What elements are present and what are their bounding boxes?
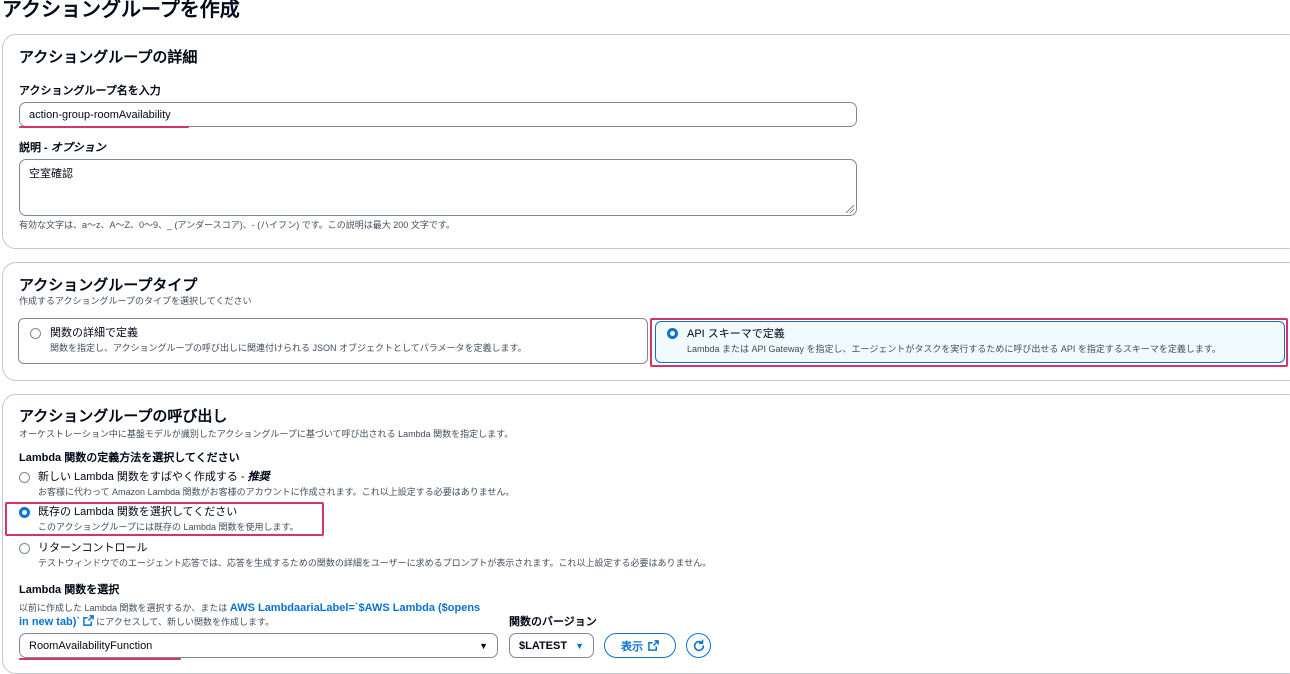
radio-function-details[interactable]: [30, 328, 41, 339]
annotation-underline: [19, 658, 181, 660]
function-version-select[interactable]: $LATEST ▼: [509, 633, 594, 658]
aws-lambda-link-continued[interactable]: in new tab)`: [19, 616, 80, 628]
view-button-label: 表示: [621, 640, 643, 653]
action-group-name-input[interactable]: action-group-roomAvailability: [19, 102, 857, 127]
type-option-function-details[interactable]: 関数の詳細で定義 関数を指定し、アクショングループの呼び出しに関連付けられる J…: [18, 318, 648, 364]
details-heading: アクショングループの詳細: [19, 49, 198, 66]
select-function-label: Lambda 関数を選択: [19, 584, 120, 596]
version-label: 関数のバージョン: [509, 616, 597, 628]
radio-return-control[interactable]: [19, 543, 30, 554]
invocation-subtitle: オーケストレーション中に基盤モデルが識別したアクショングループに基づいて呼び出さ…: [19, 429, 514, 439]
annotation-highlight-box: [5, 502, 324, 536]
view-button[interactable]: 表示: [604, 633, 676, 658]
type-panel: アクショングループタイプ 作成するアクショングループのタイプを選択してください …: [2, 262, 1290, 381]
type-heading: アクショングループタイプ: [19, 277, 198, 294]
select-function-help-line2: in new tab)` にアクセスして、新しい関数を作成します。: [19, 615, 275, 628]
description-value: 空室確認: [29, 168, 73, 180]
option-return-control-label[interactable]: リターンコントロール: [38, 541, 147, 555]
lambda-function-value: RoomAvailabilityFunction: [29, 639, 153, 652]
resize-grip-icon[interactable]: [846, 205, 854, 213]
aws-lambda-link[interactable]: AWS LambdaariaLabel=`$AWS Lambda ($opens: [230, 602, 480, 614]
type-option-description: 関数を指定し、アクショングループの呼び出しに関連付けられる JSON オブジェク…: [50, 343, 527, 353]
description-textarea[interactable]: 空室確認: [19, 159, 857, 216]
refresh-icon: [693, 639, 704, 651]
option-quick-create-label[interactable]: 新しい Lambda 関数をすばやく作成する - 推奨: [38, 470, 270, 484]
description-constraint: 有効な文字は、a〜z、A〜Z、0〜9、_ (アンダースコア)、- (ハイフン) …: [19, 220, 455, 230]
lambda-function-select[interactable]: RoomAvailabilityFunction ▼: [19, 633, 498, 658]
external-link-icon: [648, 640, 659, 651]
select-function-help: 以前に作成した Lambda 関数を選択するか、または AWS Lambdaar…: [19, 602, 481, 614]
action-group-name-value: action-group-roomAvailability: [29, 108, 171, 121]
external-link-icon[interactable]: [82, 615, 94, 626]
name-label: アクショングループ名を入力: [19, 85, 161, 97]
type-subtitle: 作成するアクショングループのタイプを選択してください: [19, 296, 252, 306]
invocation-heading: アクショングループの呼び出し: [19, 408, 228, 425]
details-panel: アクショングループの詳細 アクショングループ名を入力 action-group-…: [2, 34, 1290, 249]
caret-down-icon: ▼: [575, 640, 584, 651]
option-quick-create-description: お客様に代わって Amazon Lambda 関数がお客様のアカウントに作成され…: [38, 487, 515, 497]
page-title: アクショングループを作成: [2, 0, 240, 21]
annotation-highlight-box: [650, 318, 1288, 367]
description-label: 説明 - オプション: [19, 142, 106, 154]
function-version-value: $LATEST: [519, 639, 568, 652]
method-label: Lambda 関数の定義方法を選択してください: [19, 452, 240, 464]
type-option-label: 関数の詳細で定義: [50, 327, 138, 339]
option-return-control-description: テストウィンドウでのエージェント応答では、応答を生成するための関数の詳細をユーザ…: [38, 558, 712, 568]
caret-down-icon: ▼: [479, 640, 488, 651]
radio-quick-create[interactable]: [19, 472, 30, 483]
refresh-button[interactable]: [686, 633, 711, 658]
annotation-underline: [19, 126, 189, 128]
invocation-panel: アクショングループの呼び出し オーケストレーション中に基盤モデルが識別したアクシ…: [2, 394, 1290, 674]
